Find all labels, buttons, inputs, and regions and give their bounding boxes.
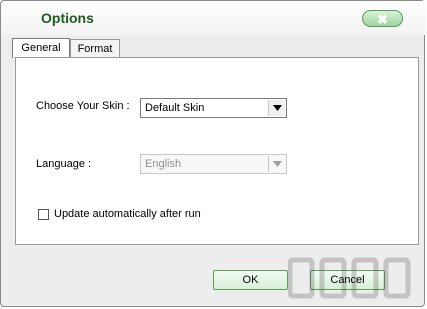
skin-select-value: Default Skin (145, 102, 205, 114)
general-panel: Choose Your Skin : Default Skin Language… (15, 57, 419, 245)
watermark-logo (288, 257, 411, 299)
ok-button[interactable]: OK (213, 270, 288, 290)
dialog-title: Options (41, 10, 94, 26)
auto-update-label: Update automatically after run (54, 208, 201, 220)
close-button[interactable]: ✖ (362, 10, 403, 27)
language-select[interactable]: English (140, 154, 287, 174)
language-select-value: English (145, 158, 182, 170)
chevron-down-icon[interactable] (268, 156, 285, 172)
tab-general[interactable]: General (12, 38, 70, 58)
tab-general-label: General (21, 42, 61, 54)
tab-format-label: Format (77, 43, 113, 55)
title-bar[interactable]: Options ✖ (1, 1, 426, 35)
chevron-down-icon[interactable] (268, 100, 285, 116)
tab-format[interactable]: Format (70, 39, 120, 57)
skin-select[interactable]: Default Skin (140, 98, 287, 118)
skin-label: Choose Your Skin : (36, 100, 130, 112)
close-icon: ✖ (377, 12, 388, 27)
ok-button-label: OK (242, 274, 259, 286)
auto-update-checkbox[interactable] (38, 209, 49, 220)
language-label: Language : (36, 158, 92, 170)
